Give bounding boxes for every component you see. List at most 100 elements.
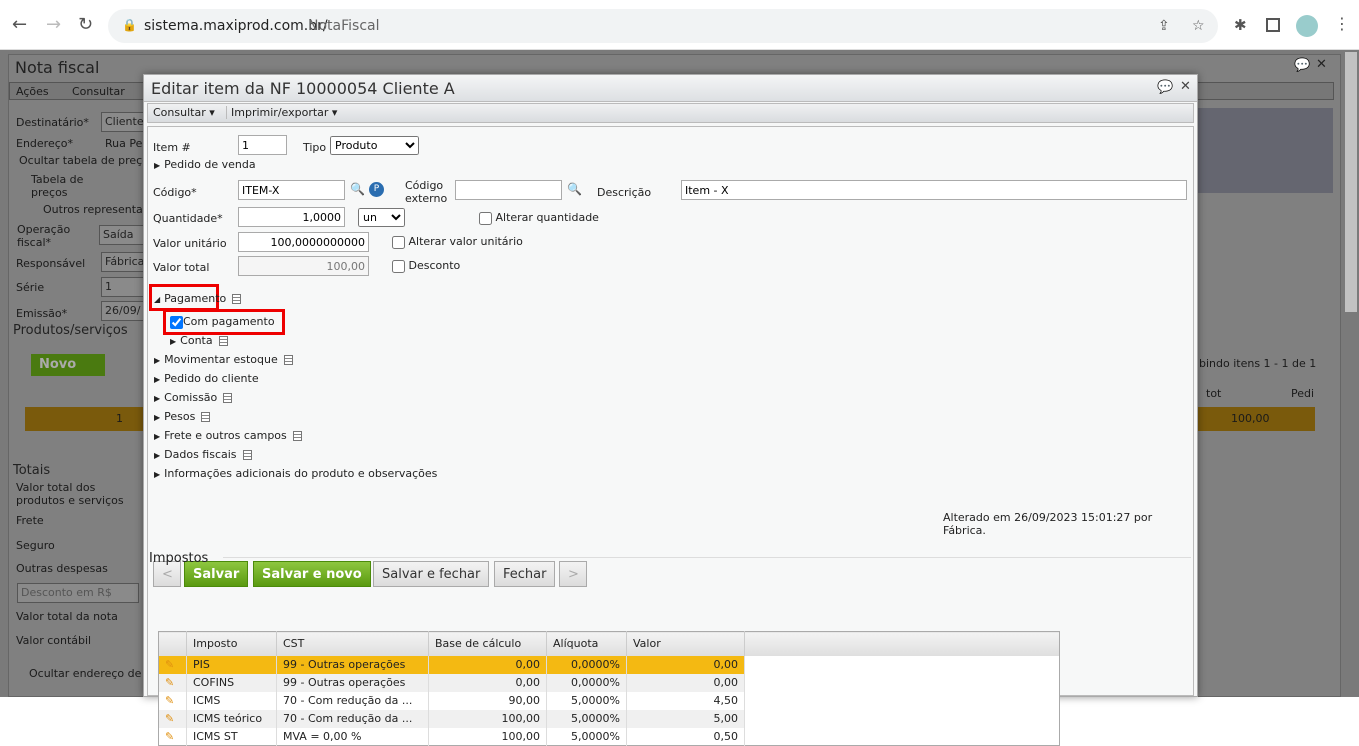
star-icon[interactable]: ☆ [1192, 18, 1205, 34]
close-icon[interactable]: ✕ [1180, 79, 1191, 94]
notes-icon [218, 336, 228, 346]
toggle-pedido-cliente[interactable]: ▶ Pedido do cliente [154, 372, 259, 385]
label: Série [16, 281, 45, 294]
forward-icon[interactable]: → [46, 14, 61, 35]
avatar[interactable] [1296, 15, 1318, 37]
salvar-e-novo-button[interactable]: Salvar e novo [253, 561, 371, 587]
cell-imposto: ICMS teórico [186, 709, 277, 728]
toggle-pagamento[interactable]: ◢ Pagamento [154, 292, 242, 305]
close-icon[interactable]: ✕ [1316, 57, 1327, 72]
fechar-button[interactable]: Fechar [494, 561, 556, 587]
salvar-e-fechar-button[interactable]: Salvar e fechar [373, 561, 490, 587]
url-host: sistema.maxiprod.com.br/ [144, 18, 328, 34]
column-header[interactable]: Imposto [186, 631, 277, 656]
reload-icon[interactable]: ↻ [78, 14, 93, 35]
novo-button[interactable]: Novo [31, 354, 105, 376]
toggle-comissao[interactable]: ▶ Comissão [154, 391, 233, 404]
column-header[interactable]: Alíquota [546, 631, 627, 656]
cell-imposto: ICMS [186, 691, 277, 710]
menu-icon[interactable]: ⋮ [1334, 14, 1350, 33]
cell-base: 0,00 [428, 655, 547, 674]
section-title: Produtos/serviços [13, 323, 128, 338]
menu-consultar[interactable]: Consultar [72, 85, 125, 98]
label: Tipo [303, 141, 327, 154]
search-icon[interactable]: 🔍 [350, 182, 365, 196]
label: Valor total [153, 261, 210, 274]
cell-base: 90,00 [428, 691, 547, 710]
label: Código externo [405, 179, 448, 205]
label: Descrição [597, 186, 652, 199]
toggle-movimentar-estoque[interactable]: ▶ Movimentar estoque [154, 353, 293, 366]
toggle-frete[interactable]: ▶ Frete e outros campos [154, 429, 302, 442]
alterar-quantidade-checkbox[interactable]: Alterar quantidade [479, 211, 599, 225]
altered-info: Alterado em 26/09/2023 15:01:27 por Fábr… [943, 511, 1153, 537]
label: Item # [153, 141, 191, 154]
table-row[interactable]: ✎ ICMS teórico 70 - Com redução da ... 100,… [158, 709, 1060, 728]
codigo-externo-input[interactable] [455, 180, 562, 200]
table-row[interactable]: ✎ ICMS ST MVA = 0,00 % 100,00 5,0000% 0,50 [158, 727, 1060, 746]
cell-valor: 4,50 [626, 691, 745, 710]
toggle-endereco[interactable]: Ocultar endereço de [29, 667, 141, 680]
edit-icon[interactable]: ✎ [165, 658, 174, 671]
notes-icon [242, 450, 252, 460]
label: Emissão* [16, 307, 68, 320]
quantidade-input[interactable] [238, 207, 345, 227]
com-pagamento-checkbox[interactable]: Com pagamento [170, 315, 275, 329]
toggle-pedido-venda[interactable]: ▶ Pedido de venda [154, 158, 256, 171]
toggle-pesos[interactable]: ▶ Pesos [154, 410, 211, 423]
menu-consultar[interactable]: Consultar ▾ [153, 106, 215, 119]
cell-cst: 70 - Com redução da ... [276, 709, 429, 728]
cell-cst: 70 - Com redução da ... [276, 691, 429, 710]
table-row[interactable]: ✎ COFINS 99 - Outras operações 0,00 0,0000% 0… [158, 673, 1060, 692]
back-icon[interactable]: ← [12, 14, 27, 35]
alterar-valor-unitario-checkbox[interactable]: Alterar valor unitário [392, 235, 523, 249]
info-icon[interactable]: P [369, 182, 384, 197]
comment-icon[interactable]: 💬 [1157, 80, 1173, 95]
edit-item-dialog: Editar item da NF 10000054 Cliente A 💬 ✕… [143, 74, 1198, 746]
toggle-dados-fiscais[interactable]: ▶ Dados fiscais [154, 448, 252, 461]
column-header[interactable]: Base de cálculo [428, 631, 547, 656]
unit-select[interactable]: un [358, 208, 405, 227]
table-row[interactable]: ✎ PIS 99 - Outras operações 0,00 0,0000% 0,00 [158, 655, 1060, 674]
row-number: 1 [116, 412, 123, 425]
tipo-select[interactable]: Produto [330, 136, 419, 155]
edit-icon[interactable]: ✎ [165, 694, 174, 707]
valor-total-input [238, 256, 369, 276]
desconto-select[interactable]: Desconto em R$ [17, 583, 139, 603]
edit-icon[interactable]: ✎ [165, 676, 174, 689]
label: Valor unitário [153, 237, 227, 250]
column-header[interactable]: CST [276, 631, 429, 656]
toggle-conta[interactable]: ▶ Conta [170, 334, 228, 347]
table-row[interactable]: ✎ ICMS 70 - Com redução da ... 90,00 5,0000%… [158, 691, 1060, 710]
menu-imprimir[interactable]: Imprimir/exportar ▾ [226, 106, 337, 119]
column-header[interactable]: Valor [626, 631, 745, 656]
cell-base: 100,00 [428, 727, 547, 746]
edit-icon[interactable]: ✎ [165, 730, 174, 743]
label: Operação fiscal* [17, 223, 71, 249]
notes-icon [232, 294, 242, 304]
notes-icon [283, 355, 293, 365]
edit-icon[interactable]: ✎ [165, 712, 174, 725]
desconto-checkbox[interactable]: Desconto [392, 259, 460, 273]
next-button[interactable]: > [559, 561, 587, 587]
lock-icon: 🔒 [122, 18, 137, 32]
search-icon[interactable]: 🔍 [567, 182, 582, 196]
url-path: NotaFiscal [308, 18, 380, 34]
operacao-field[interactable]: Saída [99, 225, 149, 245]
section-title: Totais [13, 463, 51, 478]
toggle-informacoes-adicionais[interactable]: ▶ Informações adicionais do produto e obs… [154, 467, 437, 480]
address-bar[interactable]: 🔒 sistema.maxiprod.com.br/ NotaFiscal ⇪ … [108, 9, 1218, 43]
scrollbar[interactable] [1345, 52, 1357, 312]
extensions-icon[interactable]: ✱ [1234, 16, 1247, 34]
item-number-input[interactable] [238, 135, 287, 155]
cell-imposto: ICMS ST [186, 727, 277, 746]
menu-acoes[interactable]: Ações [16, 85, 49, 98]
sidepanel-icon[interactable] [1266, 18, 1280, 32]
toggle-tabela[interactable]: Ocultar tabela de preços [19, 154, 155, 167]
comment-icon[interactable]: 💬 [1294, 58, 1310, 73]
share-icon[interactable]: ⇪ [1158, 18, 1170, 34]
valor-unitario-input[interactable] [238, 232, 369, 252]
cell-valor: 5,00 [626, 709, 745, 728]
codigo-input[interactable] [238, 180, 345, 200]
descricao-input[interactable] [681, 180, 1187, 200]
